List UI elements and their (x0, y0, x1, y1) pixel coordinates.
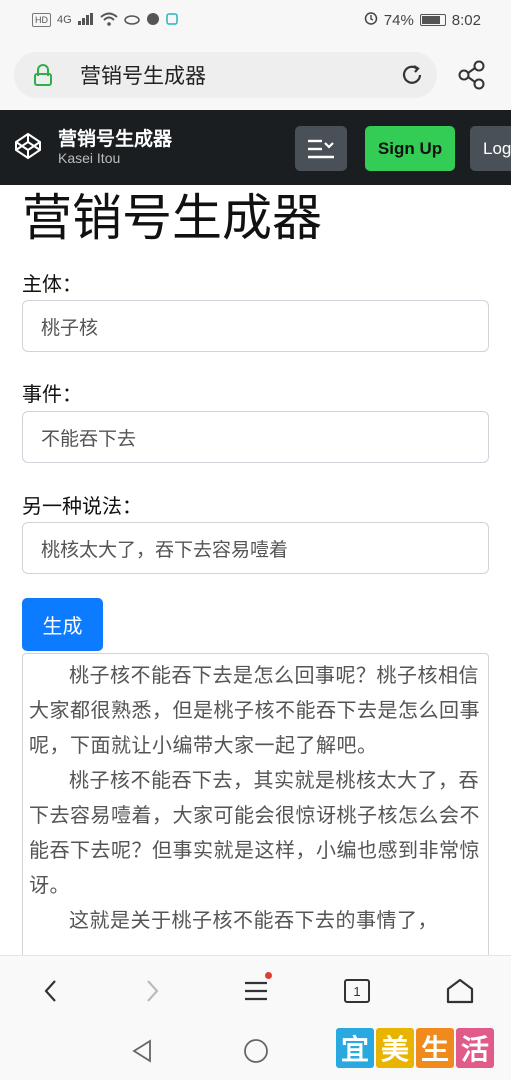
battery-percent: 74% (383, 11, 414, 29)
menu-icon (308, 139, 334, 158)
watermark-char: 活 (456, 1028, 494, 1068)
cloud-icon (123, 13, 140, 28)
tabs-button[interactable]: 1 (340, 974, 374, 1008)
system-home-icon[interactable] (243, 1038, 269, 1068)
clock: 8:02 (451, 11, 481, 29)
codepen-logo-icon[interactable] (14, 132, 42, 160)
tab-count: 1 (344, 979, 370, 1003)
watermark-char: 美 (376, 1028, 414, 1068)
address-bar[interactable]: 营销号生成器 (14, 52, 437, 98)
subject-label: 主体： (22, 272, 82, 296)
network-badge: HD (32, 13, 51, 27)
page-title: 营销号生成器 (22, 189, 322, 247)
app-icon (165, 12, 178, 28)
brand-subtitle[interactable]: Kasei Itou (58, 150, 120, 166)
home-icon[interactable] (443, 974, 477, 1008)
globe-icon (146, 12, 160, 29)
watermark-logo: 宜 美 生 活 (336, 1028, 494, 1068)
alt-phrasing-label: 另一种说法： (22, 494, 142, 518)
generate-button[interactable]: 生成 (22, 598, 103, 651)
output-textarea[interactable]: 桃子核不能吞下去是怎么回事呢？桃子核相信大家都很熟悉，但是桃子核不能吞下去是怎么… (22, 653, 489, 973)
battery-icon (419, 14, 446, 26)
status-bar: HD 4G 74% 8:02 (0, 0, 511, 40)
signup-button[interactable]: Sign Up (365, 126, 455, 171)
brand-title[interactable]: 营销号生成器 (58, 124, 172, 151)
output-paragraph: 桃子核不能吞下去是怎么回事呢？桃子核相信大家都很熟悉，但是桃子核不能吞下去是怎么… (29, 663, 480, 757)
menu-toggle-button[interactable] (295, 126, 347, 171)
event-label: 事件： (22, 382, 82, 406)
login-button[interactable]: Log (470, 126, 511, 171)
browser-toolbar: 1 (0, 955, 511, 1023)
event-input[interactable]: 不能吞下去 (22, 411, 489, 463)
wifi-icon (100, 12, 118, 29)
alt-phrasing-input[interactable]: 桃核太大了，吞下去容易噎着 (22, 522, 489, 574)
signal-label: 4G (57, 14, 72, 26)
status-right: 74% 8:02 (364, 11, 481, 29)
reload-icon[interactable] (395, 58, 429, 92)
subject-input[interactable]: 桃子核 (22, 300, 489, 352)
watermark-char: 生 (416, 1028, 454, 1068)
back-icon[interactable] (34, 974, 68, 1008)
signal-icon (77, 12, 94, 28)
share-icon[interactable] (455, 58, 489, 92)
output-paragraph: 这就是关于桃子核不能吞下去的事情了， (69, 908, 438, 932)
system-back-icon[interactable] (130, 1038, 154, 1068)
lock-icon (34, 64, 52, 86)
forward-icon[interactable] (135, 974, 169, 1008)
notification-dot (265, 972, 272, 979)
watermark-char: 宜 (336, 1028, 374, 1068)
output-paragraph: 桃子核不能吞下去，其实就是桃核太大了，吞下去容易噎着，大家可能会很惊讶桃子核怎么… (29, 768, 480, 897)
site-navbar: 营销号生成器 Kasei Itou Sign Up Log (0, 110, 511, 185)
address-text[interactable]: 营销号生成器 (80, 60, 395, 90)
alarm-icon (364, 11, 378, 29)
menu-icon[interactable] (239, 972, 273, 1008)
browser-bar: 营销号生成器 (0, 40, 511, 110)
status-icons: HD 4G (32, 12, 178, 29)
